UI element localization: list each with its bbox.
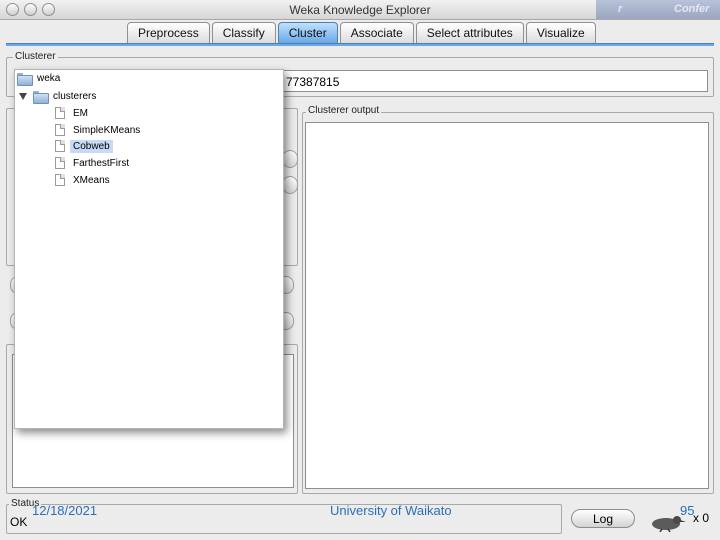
tree-leaf-label: EM [73,107,88,119]
clusterer-field-value: 77387815 [286,75,340,89]
background-window-fragment-1: r [618,3,623,15]
clusterer-output-text[interactable] [305,122,709,489]
option-button-1[interactable] [282,150,298,168]
footer-org: University of Waikato [330,503,452,518]
tree-leaf-xmeans[interactable]: XMeans [55,172,113,188]
clusterer-group-label: Clusterer [13,51,58,62]
tree-leaf-label: XMeans [73,174,110,186]
document-icon [55,124,65,136]
tree-node-weka[interactable]: weka [17,70,63,86]
status-text: OK [10,515,28,529]
tab-cluster[interactable]: Cluster [277,22,338,44]
tab-visualize[interactable]: Visualize [525,22,596,44]
tree-leaf-label: FarthestFirst [73,157,130,169]
tab-preprocess[interactable]: Preprocess [127,22,210,44]
tab-underline [6,43,714,46]
tree-leaf-cobweb[interactable]: Cobweb [55,138,113,154]
background-window-titlebar[interactable]: r Confer [596,0,720,19]
document-icon [55,140,65,152]
tree-leaf-simplekmeans[interactable]: SimpleKMeans [55,122,143,138]
folder-icon [17,72,33,86]
tab-bar: Preprocess Classify Cluster Associate Se… [127,22,598,44]
tree-node-clusterers[interactable]: clusterers [19,88,99,104]
background-window-fragment-2: Confer [674,3,710,15]
title-bar: Weka Knowledge Explorer r Confer [0,0,720,20]
status-count: x 0 [693,511,710,525]
tree-leaf-em[interactable]: EM [55,105,91,121]
document-icon [55,107,65,119]
clusterer-output-label: Clusterer output [306,105,382,116]
tab-select-attributes[interactable]: Select attributes [415,22,524,44]
log-button[interactable]: Log [571,509,635,528]
tree-leaf-label: Cobweb [70,139,113,153]
option-button-2[interactable] [282,176,298,194]
footer-page-number: 95 [680,503,695,518]
tab-associate[interactable]: Associate [339,22,414,44]
footer-date: 12/18/2021 [32,503,98,518]
clusterer-tree-popup: weka clusterers EM SimpleKMeans Cobweb F… [14,69,284,429]
tab-classify[interactable]: Classify [211,22,276,44]
tree-node-label: weka [37,72,61,84]
document-icon [55,157,65,169]
tree-node-label: clusterers [53,90,97,102]
document-icon [55,174,65,186]
disclosure-triangle-icon[interactable] [19,92,27,100]
tree-leaf-label: SimpleKMeans [73,124,141,136]
folder-icon [33,90,49,104]
tree-leaf-farthestfirst[interactable]: FarthestFirst [55,155,132,171]
